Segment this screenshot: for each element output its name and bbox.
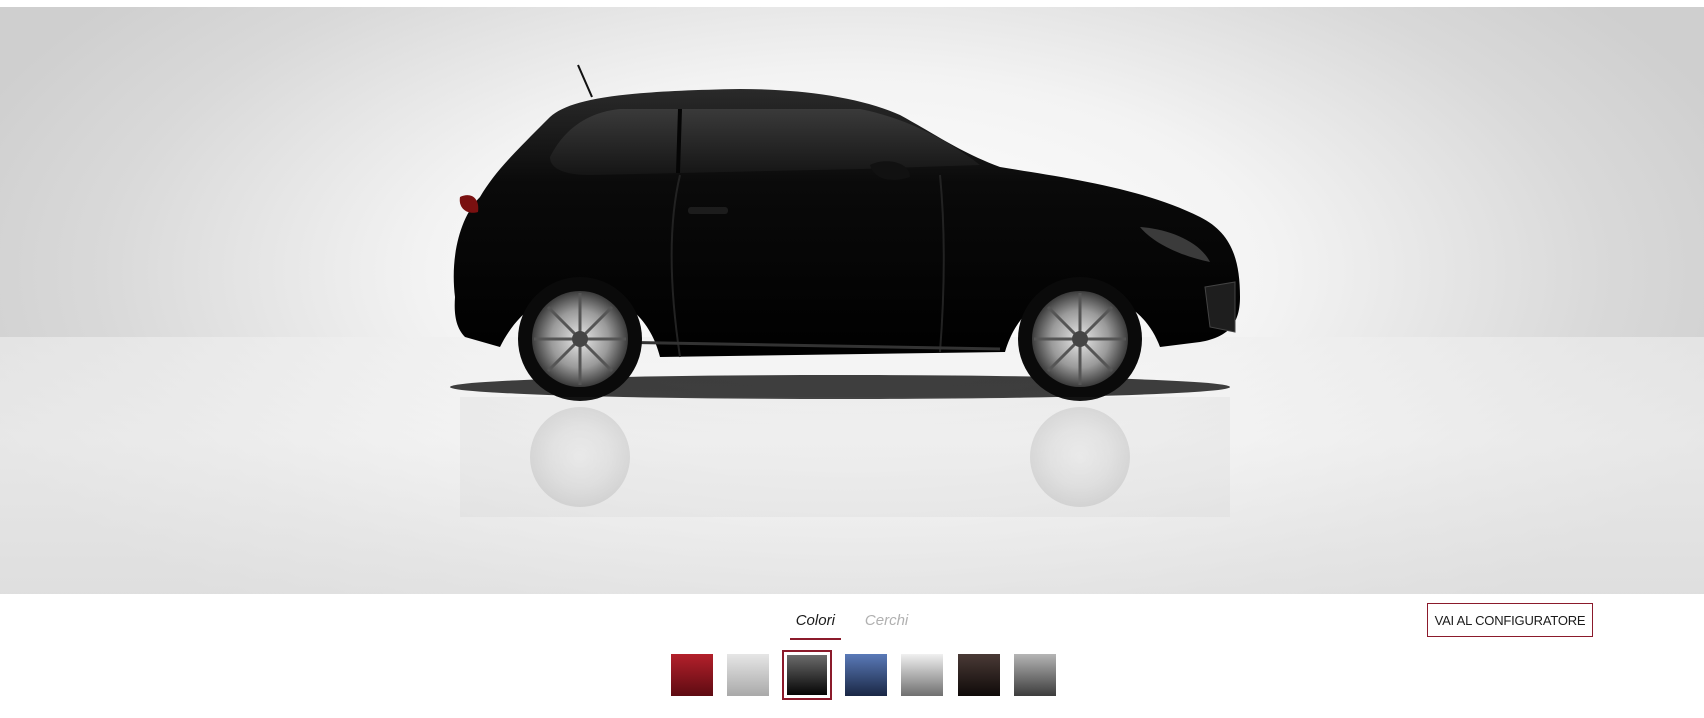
swatch-silver-light[interactable] — [727, 654, 769, 696]
swatch-silver[interactable] — [901, 654, 943, 696]
swatch-blue[interactable] — [845, 654, 887, 696]
swatch-silver-fill — [901, 654, 943, 696]
car-viewer — [0, 7, 1704, 594]
swatch-dark-brown[interactable] — [958, 654, 1000, 696]
swatch-dark-brown-fill — [958, 654, 1000, 696]
swatch-gunmetal-fill — [1014, 654, 1056, 696]
swatch-red[interactable] — [671, 654, 713, 696]
tab-colori[interactable]: Colori — [789, 608, 841, 640]
car-image — [450, 64, 1240, 517]
tab-cerchi[interactable]: Cerchi — [859, 608, 914, 640]
swatch-red-fill — [671, 654, 713, 696]
swatch-blue-fill — [845, 654, 887, 696]
swatch-gunmetal[interactable] — [1014, 654, 1056, 696]
swatch-silver-light-fill — [727, 654, 769, 696]
configurator-button[interactable]: VAI AL CONFIGURATORE — [1427, 603, 1593, 637]
swatch-black[interactable] — [782, 650, 832, 700]
swatch-black-fill — [787, 655, 827, 695]
